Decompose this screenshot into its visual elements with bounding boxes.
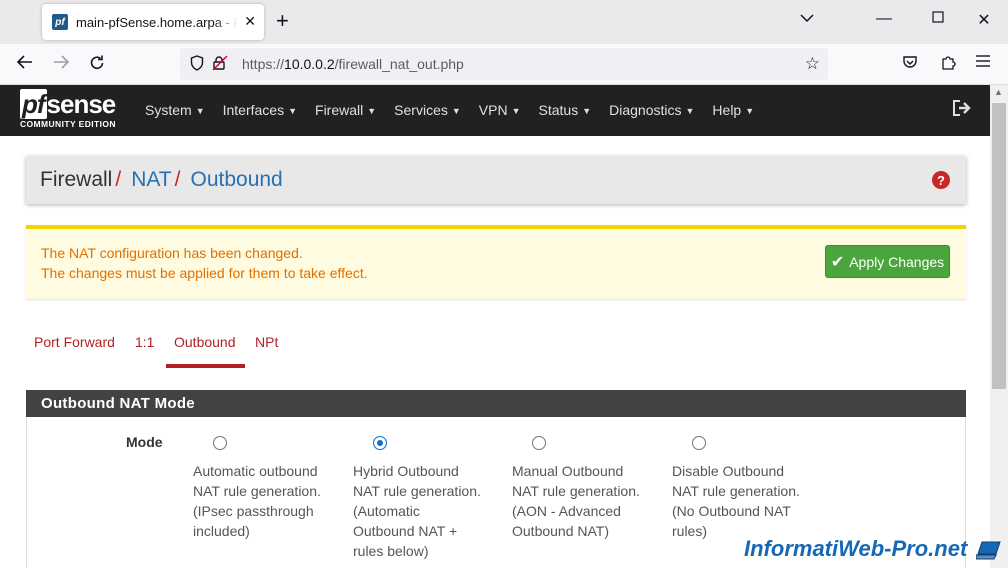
option-description: Manual Outbound NAT rule generation. (AO…	[512, 463, 640, 539]
tracking-protection-shield-icon[interactable]	[190, 54, 204, 74]
menu-firewall[interactable]: Firewall ▼	[306, 85, 385, 136]
insecure-lock-icon[interactable]	[212, 55, 228, 74]
breadcrumb-separator: /	[174, 168, 181, 191]
caret-down-icon: ▼	[367, 106, 377, 116]
pfsense-favicon-icon: pf	[52, 14, 68, 30]
menu-help[interactable]: Help ▼	[703, 85, 763, 136]
scrollbar-thumb[interactable]	[992, 103, 1006, 389]
url-text: https://10.0.0.2/firewall_nat_out.php	[242, 56, 464, 72]
caret-down-icon: ▼	[745, 106, 755, 116]
caret-down-icon: ▼	[511, 106, 521, 116]
menu-status[interactable]: Status ▼	[530, 85, 601, 136]
menu-diagnostics[interactable]: Diagnostics ▼	[600, 85, 703, 136]
caret-down-icon: ▼	[288, 106, 298, 116]
reload-icon[interactable]	[88, 54, 106, 76]
mode-option-disable[interactable]: Disable Outbound NAT rule generation. (N…	[672, 436, 812, 541]
scroll-up-arrow-icon[interactable]: ▲	[994, 87, 1003, 97]
help-question-icon[interactable]: ?	[932, 171, 950, 189]
browser-tab-bar: pf main-pfSense.home.arpa - Fire ✕ + — ✕	[0, 0, 1008, 44]
laptop-logo-icon	[975, 540, 1004, 562]
tab-npt[interactable]: NPt	[255, 334, 278, 350]
back-arrow-icon[interactable]	[16, 54, 34, 74]
minimize-button[interactable]: —	[874, 10, 894, 28]
breadcrumb: Firewall / NAT / Outbound ?	[26, 156, 966, 204]
caret-down-icon: ▼	[685, 106, 695, 116]
breadcrumb-nat-link[interactable]: NAT	[131, 168, 171, 192]
logout-icon[interactable]	[952, 99, 972, 122]
alert-line-1: The NAT configuration has been changed.	[41, 245, 303, 261]
new-tab-button[interactable]: +	[276, 10, 289, 32]
tab-list-chevron-icon[interactable]	[800, 10, 814, 28]
browser-nav-bar: https://10.0.0.2/firewall_nat_out.php ☆	[0, 44, 1008, 85]
radio-automatic[interactable]	[213, 436, 227, 450]
menu-vpn[interactable]: VPN ▼	[470, 85, 530, 136]
caret-down-icon: ▼	[451, 106, 461, 116]
address-bar[interactable]: https://10.0.0.2/firewall_nat_out.php ☆	[180, 48, 828, 80]
menu-system[interactable]: System ▼	[136, 85, 214, 136]
hamburger-menu-icon[interactable]	[976, 54, 990, 72]
url-path: /firewall_nat_out.php	[334, 56, 464, 72]
breadcrumb-separator: /	[115, 168, 122, 191]
main-menu: System ▼ Interfaces ▼ Firewall ▼ Services ▼ …	[136, 85, 763, 136]
watermark: InformatiWeb-Pro.net	[744, 536, 968, 561]
apply-changes-label: Apply Changes	[849, 253, 945, 270]
tab-outbound[interactable]: Outbound	[174, 334, 236, 350]
active-tab-indicator	[166, 364, 245, 368]
checkmark-icon: ✔	[830, 253, 845, 271]
nat-changed-alert: The NAT configuration has been changed. …	[26, 225, 966, 299]
radio-disable[interactable]	[692, 436, 706, 450]
option-description: Automatic outbound NAT rule generation. …	[193, 463, 321, 539]
close-tab-icon[interactable]: ✕	[244, 13, 256, 30]
page-scrollbar[interactable]: ▲	[990, 85, 1008, 568]
option-description: Disable Outbound NAT rule generation. (N…	[672, 463, 800, 539]
option-description: Hybrid Outbound NAT rule generation. (Au…	[353, 463, 481, 559]
menu-services[interactable]: Services ▼	[385, 85, 470, 136]
mode-label: Mode	[126, 434, 163, 450]
section-title: Outbound NAT Mode	[26, 390, 966, 417]
bookmark-star-icon[interactable]: ☆	[805, 54, 820, 74]
close-window-button[interactable]: ✕	[974, 10, 994, 30]
tab-one-to-one[interactable]: 1:1	[135, 334, 154, 350]
caret-down-icon: ▼	[195, 106, 205, 116]
radio-hybrid[interactable]	[373, 436, 387, 450]
url-prefix: https://	[242, 56, 285, 72]
alert-line-2: The changes must be applied for them to …	[41, 265, 368, 281]
menu-interfaces[interactable]: Interfaces ▼	[214, 85, 306, 136]
breadcrumb-firewall: Firewall	[40, 168, 113, 191]
forward-arrow-icon[interactable]	[52, 54, 70, 74]
tab-port-forward[interactable]: Port Forward	[34, 334, 115, 350]
pfsense-logo[interactable]: pfsense COMMUNITY EDITION	[20, 89, 128, 131]
browser-tab[interactable]: pf main-pfSense.home.arpa - Fire ✕	[42, 4, 264, 40]
pocket-icon[interactable]	[902, 54, 918, 75]
tab-title: main-pfSense.home.arpa - Fire	[76, 14, 238, 30]
radio-manual[interactable]	[532, 436, 546, 450]
pfsense-header: pfsense COMMUNITY EDITION System ▼ Interf…	[0, 85, 990, 136]
apply-changes-button[interactable]: ✔ Apply Changes	[825, 245, 950, 278]
pfsense-logo-subtitle: COMMUNITY EDITION	[20, 119, 116, 129]
mode-option-manual[interactable]: Manual Outbound NAT rule generation. (AO…	[512, 436, 652, 541]
page-content: Firewall / NAT / Outbound ? The NAT conf…	[0, 136, 990, 568]
mode-option-hybrid[interactable]: Hybrid Outbound NAT rule generation. (Au…	[353, 436, 493, 561]
breadcrumb-outbound-link[interactable]: Outbound	[190, 168, 282, 192]
url-host: 10.0.0.2	[284, 56, 335, 72]
pfsense-logo-main: pfsense	[20, 89, 116, 119]
caret-down-icon: ▼	[582, 106, 592, 116]
extensions-puzzle-icon[interactable]	[940, 54, 956, 75]
maximize-button[interactable]	[928, 10, 948, 28]
mode-option-automatic[interactable]: Automatic outbound NAT rule generation. …	[193, 436, 333, 541]
